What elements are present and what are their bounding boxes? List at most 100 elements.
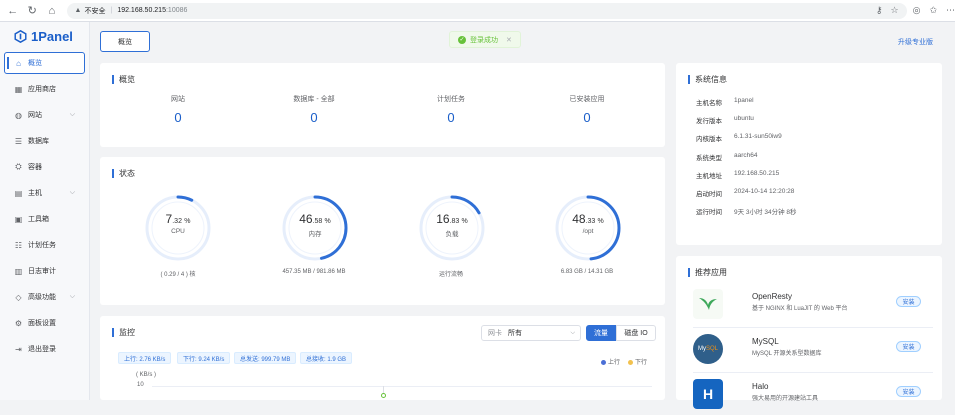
install-button[interactable]: 安装 bbox=[896, 386, 921, 397]
system-info-card: 系统信息 主机名称 1panel 发行版本 ubuntu 内核版本 6.1.31-sun5… bbox=[676, 63, 942, 245]
chart-data-point[interactable] bbox=[381, 393, 386, 398]
back-icon[interactable]: ← bbox=[6, 4, 20, 18]
install-button[interactable]: 安装 bbox=[896, 341, 921, 352]
info-value: 9天 3小时 34分钟 8秒 bbox=[734, 209, 797, 217]
info-key: 系统类型 bbox=[696, 154, 722, 162]
sidebar-item-label: 退出登录 bbox=[28, 346, 56, 353]
brand-logo[interactable]: 1Panel bbox=[0, 22, 89, 50]
gauge-name: CPU bbox=[171, 228, 185, 235]
info-row: 启动时间 2024-10-14 12:20:28 bbox=[696, 188, 794, 198]
sidebar-item-0[interactable]: ⌂ 概览 bbox=[4, 52, 85, 74]
info-key: 内核版本 bbox=[696, 136, 722, 144]
gauge-name: /opt bbox=[582, 228, 594, 235]
container-icon: ⛭ bbox=[15, 162, 22, 171]
traffic-toggle-button[interactable]: 流量 bbox=[586, 325, 616, 341]
recommended-apps-title: 推荐应用 bbox=[688, 267, 727, 278]
database-icon: ☰ bbox=[14, 136, 23, 146]
sidebar-item-11[interactable]: ⇥ 退出登录 bbox=[0, 336, 89, 362]
gauge-name: 负载 bbox=[445, 231, 459, 238]
gauge-dec: .32 bbox=[172, 218, 182, 225]
gauge-2[interactable]: 16.83 % 负载 bbox=[417, 193, 487, 263]
app-name: MySQL bbox=[752, 337, 779, 346]
tag-download: 下行: 9.24 KB/s bbox=[177, 352, 231, 364]
schedule-icon: ☷ bbox=[14, 240, 23, 250]
app-description: 强大易用的开源建站工具 bbox=[752, 396, 819, 402]
mysql-logo-icon: MySQL bbox=[693, 334, 723, 364]
gauge-int: 16 bbox=[436, 212, 450, 226]
chart-gridline bbox=[152, 386, 652, 387]
sidebar-item-9[interactable]: ◇ 高级功能 ⌵ bbox=[0, 284, 89, 310]
check-circle-icon: ✓ bbox=[458, 35, 466, 44]
status-card: 状态 7.32 % CPU( 0.29 / 4 ) 核 46.58 % 内存 457.3… bbox=[100, 157, 665, 305]
gauge-footer: 运行流畅 bbox=[438, 272, 463, 278]
install-button[interactable]: 安装 bbox=[896, 296, 921, 307]
gauge-int: 48 bbox=[572, 212, 586, 226]
y-axis-unit: ( KB/s ) bbox=[136, 372, 157, 378]
bookmark-star-icon[interactable]: ☆ bbox=[891, 5, 899, 16]
key-icon[interactable]: ⚷ bbox=[876, 5, 883, 16]
favorites-icon[interactable]: ✩ bbox=[929, 5, 937, 16]
nic-value: 所有 bbox=[508, 330, 522, 337]
sidebar-item-6[interactable]: ▣ 工具箱 bbox=[0, 206, 89, 232]
sidebar-item-label: 概览 bbox=[28, 60, 42, 67]
info-value: ubuntu bbox=[734, 115, 754, 123]
stat-installed-apps[interactable]: 已安装应用 0 bbox=[527, 94, 647, 125]
extensions-icon[interactable]: ◎ bbox=[913, 5, 921, 16]
app-name: Halo bbox=[752, 382, 769, 391]
nic-select[interactable]: 网卡 所有 ⌵ bbox=[481, 325, 581, 341]
stat-cronjobs[interactable]: 计划任务 0 bbox=[391, 94, 511, 125]
sidebar-item-1[interactable]: ▦ 应用商店 bbox=[0, 76, 89, 102]
overview-title: 概览 bbox=[112, 74, 135, 85]
info-key: 发行版本 bbox=[696, 118, 722, 126]
info-key: 启动时间 bbox=[696, 191, 722, 198]
disk-io-toggle-button[interactable]: 磁盘 IO bbox=[616, 325, 656, 341]
gauge-dec: .58 bbox=[312, 218, 323, 225]
gauge-readout: 16.83 % 负载 bbox=[417, 212, 487, 238]
gauge-unit: % bbox=[461, 218, 468, 225]
info-value: aarch64 bbox=[734, 151, 758, 159]
sidebar-item-label: 应用商店 bbox=[28, 86, 56, 93]
menu-icon[interactable]: ⋯ bbox=[946, 5, 955, 16]
sidebar-item-3[interactable]: ☰ 数据库 bbox=[0, 128, 89, 154]
home-icon[interactable]: ⌂ bbox=[45, 4, 59, 18]
chevron-down-icon: ⌵ bbox=[69, 189, 75, 196]
monitor-card: 监控 网卡 所有 ⌵ 流量 磁盘 IO 上行: 2.76 KB/s 下行: 9.… bbox=[100, 316, 665, 400]
upgrade-link[interactable]: 升级专业版 bbox=[898, 37, 933, 47]
gauge-footer: 6.83 GB / 14.31 GB bbox=[560, 269, 614, 275]
system-info-title: 系统信息 bbox=[688, 74, 727, 85]
sidebar-item-8[interactable]: ▥ 日志审计 bbox=[0, 258, 89, 284]
sidebar-item-7[interactable]: ☷ 计划任务 bbox=[0, 232, 89, 258]
legend-upload[interactable]: 上行 bbox=[600, 357, 620, 366]
sidebar-item-2[interactable]: ◍ 网站 ⌵ bbox=[0, 102, 89, 128]
sidebar-item-label: 数据库 bbox=[28, 138, 49, 145]
app-description: 基于 NGINX 和 LuaJIT 的 Web 平台 bbox=[752, 306, 848, 312]
gauge-footer: ( 0.29 / 4 ) 核 bbox=[160, 272, 196, 278]
tab-overview[interactable]: 概览 bbox=[100, 31, 150, 52]
sidebar-item-10[interactable]: ⚙ 面板设置 bbox=[0, 310, 89, 336]
diamond-icon: ◇ bbox=[15, 292, 22, 302]
address-bar[interactable]: ▲ 不安全 | 192.168.50.215:10086 ⚷ ☆ bbox=[66, 2, 907, 19]
url-host: 192.168.50.215 bbox=[117, 7, 166, 14]
legend-download[interactable]: 下行 bbox=[627, 357, 647, 366]
sidebar-item-label: 高级功能 bbox=[28, 294, 56, 301]
sidebar-item-5[interactable]: ▤ 主机 ⌵ bbox=[0, 180, 89, 206]
gauge-0[interactable]: 7.32 % CPU bbox=[143, 193, 213, 263]
halo-logo-icon: H bbox=[693, 379, 723, 409]
app-description: MySQL 开源关系型数据库 bbox=[752, 351, 822, 357]
stat-value: 0 bbox=[447, 110, 455, 125]
app-name: OpenResty bbox=[752, 292, 793, 301]
monitor-title: 监控 bbox=[112, 327, 135, 338]
stat-databases[interactable]: 数据库 - 全部 0 bbox=[254, 94, 374, 125]
reload-icon[interactable]: ↻ bbox=[26, 4, 40, 18]
close-icon[interactable]: ✕ bbox=[506, 36, 512, 44]
stat-websites[interactable]: 网站 0 bbox=[118, 94, 238, 125]
toast-text: 登录成功 bbox=[470, 36, 498, 44]
logout-icon: ⇥ bbox=[15, 344, 22, 354]
sidebar-item-label: 网站 bbox=[28, 112, 42, 119]
gauge-3[interactable]: 48.33 %/opt bbox=[553, 193, 623, 263]
log-icon: ▥ bbox=[14, 266, 23, 276]
sidebar-item-4[interactable]: ⛭ 容器 bbox=[0, 154, 89, 180]
info-row: 主机名称 1panel bbox=[696, 97, 754, 107]
gauge-1[interactable]: 46.58 % 内存 bbox=[280, 193, 350, 263]
nic-prefix: 网卡 bbox=[488, 330, 502, 337]
